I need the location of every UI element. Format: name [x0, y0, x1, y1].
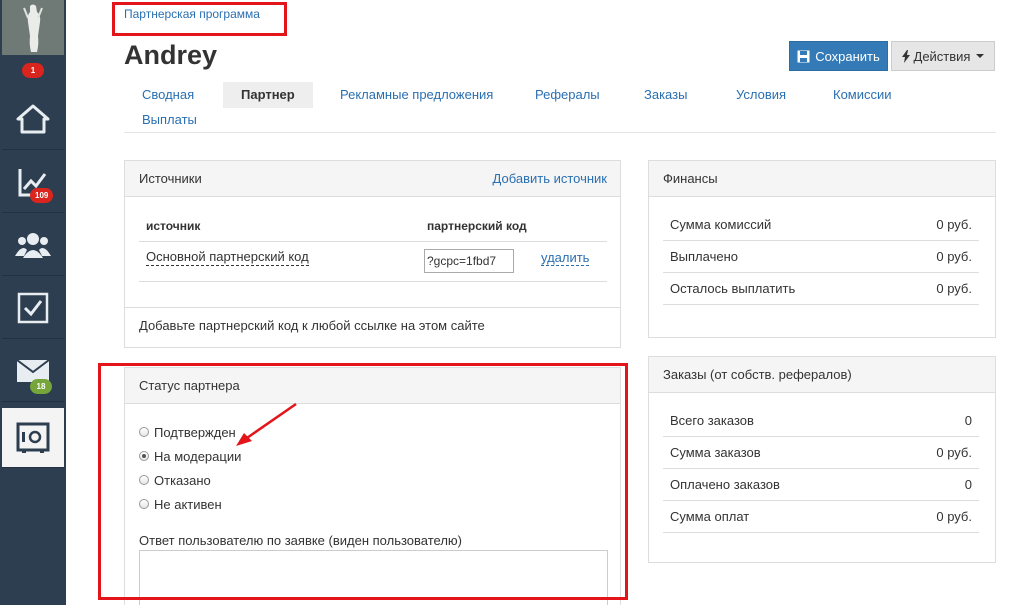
- radio-label: На модерации: [154, 448, 242, 464]
- home-icon: [16, 104, 50, 133]
- finance-row: Сумма комиссий 0 руб.: [663, 209, 979, 241]
- radio-button-selected[interactable]: [139, 451, 149, 461]
- table-divider: [139, 241, 607, 242]
- finance-label: Сумма комиссий: [670, 217, 772, 232]
- tab-summary[interactable]: Сводная: [124, 82, 212, 108]
- orders-row: Всего заказов 0: [663, 405, 979, 437]
- sidebar-item-partners[interactable]: [2, 214, 64, 276]
- radio-button[interactable]: [139, 475, 149, 485]
- orders-row: Сумма заказов 0 руб.: [663, 437, 979, 469]
- finance-value: 0 руб.: [936, 249, 972, 264]
- orders-label: Сумма заказов: [670, 445, 761, 460]
- reply-label: Ответ пользователю по заявке (виден поль…: [139, 533, 462, 548]
- orders-title: Заказы (от собств. рефералов): [663, 367, 852, 382]
- orders-row: Сумма оплат 0 руб.: [663, 501, 979, 533]
- radio-label: Не активен: [154, 496, 222, 512]
- orders-value: 0 руб.: [936, 509, 972, 524]
- orders-label: Оплачено заказов: [670, 477, 780, 492]
- sources-title: Источники: [139, 171, 202, 186]
- finance-panel: Финансы Сумма комиссий 0 руб. Выплачено …: [648, 160, 996, 338]
- orders-value: 0: [964, 477, 972, 492]
- orders-value: 0 руб.: [936, 445, 972, 460]
- table-divider: [139, 281, 607, 282]
- tab-payouts[interactable]: Выплаты: [124, 107, 215, 133]
- notifications-badge[interactable]: 1: [22, 63, 44, 78]
- status-option-inactive[interactable]: Не активен: [139, 492, 241, 516]
- tab-conditions[interactable]: Условия: [718, 82, 804, 108]
- orders-label: Всего заказов: [670, 413, 754, 428]
- tab-bar: Сводная Партнер Рекламные предложения Ре…: [124, 80, 996, 133]
- page-title: Andrey: [124, 40, 218, 70]
- stats-badge[interactable]: 109: [30, 188, 54, 203]
- sidebar-item-tasks[interactable]: [2, 277, 64, 339]
- finance-header: Финансы: [649, 161, 995, 197]
- reply-textarea[interactable]: [139, 550, 608, 605]
- add-source-link[interactable]: Добавить источник: [493, 161, 607, 196]
- safe-icon: [16, 422, 50, 453]
- users-icon: [15, 232, 51, 258]
- sources-header: Источники Добавить источник: [125, 161, 620, 197]
- chevron-down-icon: [976, 54, 985, 58]
- finance-label: Выплачено: [670, 249, 738, 264]
- tab-ad-offers[interactable]: Рекламные предложения: [322, 82, 511, 108]
- source-name[interactable]: Основной партнерский код: [146, 249, 309, 266]
- logo[interactable]: [2, 0, 64, 55]
- finance-row: Осталось выплатить 0 руб.: [663, 273, 979, 305]
- main-content: Партнерская программа Andrey Сохранить Д…: [66, 0, 1032, 605]
- status-option-confirmed[interactable]: Подтвержден: [139, 420, 241, 444]
- sources-hint: Добавьте партнерский код к любой ссылке …: [125, 307, 620, 343]
- sidebar-item-safe[interactable]: [2, 408, 64, 468]
- tab-orders[interactable]: Заказы: [626, 82, 705, 108]
- statue-logo-icon: [2, 0, 64, 55]
- sources-panel: Источники Добавить источник источник пар…: [124, 160, 621, 348]
- column-header-code: партнерский код: [427, 219, 527, 233]
- status-option-moderation[interactable]: На модерации: [139, 444, 241, 468]
- partner-status-panel: Статус партнера Подтвержден На модерации…: [124, 367, 621, 605]
- save-label: Сохранить: [815, 48, 880, 64]
- status-radio-group: Подтвержден На модерации Отказано Не акт…: [139, 420, 241, 516]
- orders-header: Заказы (от собств. рефералов): [649, 357, 995, 393]
- breadcrumb[interactable]: Партнерская программа: [124, 7, 260, 21]
- finance-label: Осталось выплатить: [670, 281, 796, 296]
- radio-button[interactable]: [139, 427, 149, 437]
- annotation-arrow-icon: [236, 402, 297, 446]
- sidebar-item-stats[interactable]: [2, 151, 64, 213]
- delete-source-link[interactable]: удалить: [541, 250, 590, 266]
- save-button[interactable]: Сохранить: [789, 41, 888, 71]
- orders-row: Оплачено заказов 0: [663, 469, 979, 501]
- lightning-icon: [901, 49, 910, 63]
- partner-code-input[interactable]: [424, 249, 514, 273]
- column-header-source: источник: [146, 219, 201, 233]
- status-title: Статус партнера: [139, 378, 240, 393]
- finance-title: Финансы: [663, 171, 718, 186]
- tab-partner[interactable]: Партнер: [223, 82, 313, 108]
- actions-dropdown[interactable]: Действия: [891, 41, 995, 71]
- radio-button[interactable]: [139, 499, 149, 509]
- sidebar: 1 109 18: [0, 0, 66, 605]
- checkbox-icon: [17, 292, 49, 323]
- tab-commissions[interactable]: Комиссии: [815, 82, 910, 108]
- status-header: Статус партнера: [125, 368, 620, 404]
- mail-badge[interactable]: 18: [30, 379, 52, 394]
- finance-value: 0 руб.: [936, 217, 972, 232]
- tab-referrals[interactable]: Рефералы: [517, 82, 618, 108]
- orders-label: Сумма оплат: [670, 509, 750, 524]
- floppy-disk-icon: [797, 50, 810, 62]
- orders-panel: Заказы (от собств. рефералов) Всего зака…: [648, 356, 996, 563]
- finance-row: Выплачено 0 руб.: [663, 241, 979, 273]
- orders-value: 0: [964, 413, 972, 428]
- actions-label: Действия: [913, 48, 971, 64]
- finance-value: 0 руб.: [936, 281, 972, 296]
- radio-label: Отказано: [154, 472, 211, 488]
- sidebar-item-home[interactable]: [2, 88, 64, 150]
- radio-label: Подтвержден: [154, 424, 236, 440]
- status-option-rejected[interactable]: Отказано: [139, 468, 241, 492]
